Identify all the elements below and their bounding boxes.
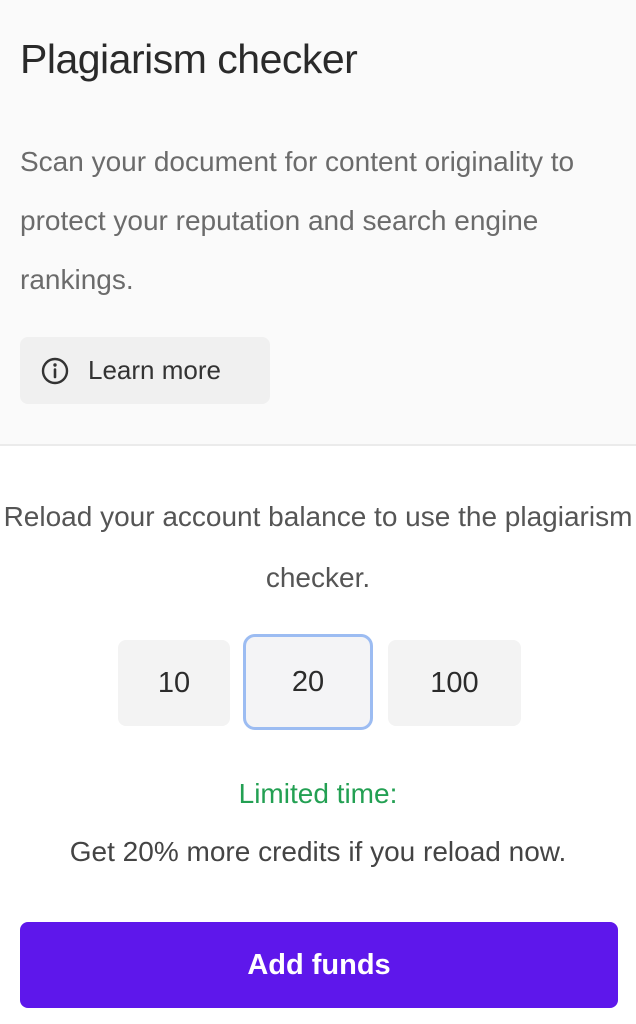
amount-option-20-selected[interactable]: 20 [243,634,373,730]
add-funds-button[interactable]: Add funds [20,922,618,1008]
info-icon [40,356,70,386]
section-divider [0,444,636,446]
reload-message: Reload your account balance to use the p… [3,501,633,593]
promo-text: Get 20% more credits if you reload now. [69,836,567,867]
learn-more-label: Learn more [88,355,221,385]
plagiarism-checker-header-panel: Plagiarism checker Scan your document fo… [0,0,636,444]
amount-option-10[interactable]: 10 [118,640,230,726]
page-title: Plagiarism checker [20,36,358,82]
learn-more-button[interactable]: Learn more [20,337,270,404]
promo-title: Limited time: [238,778,398,809]
panel-description: Scan your document for content originali… [20,146,575,295]
amount-option-100[interactable]: 100 [388,640,521,726]
